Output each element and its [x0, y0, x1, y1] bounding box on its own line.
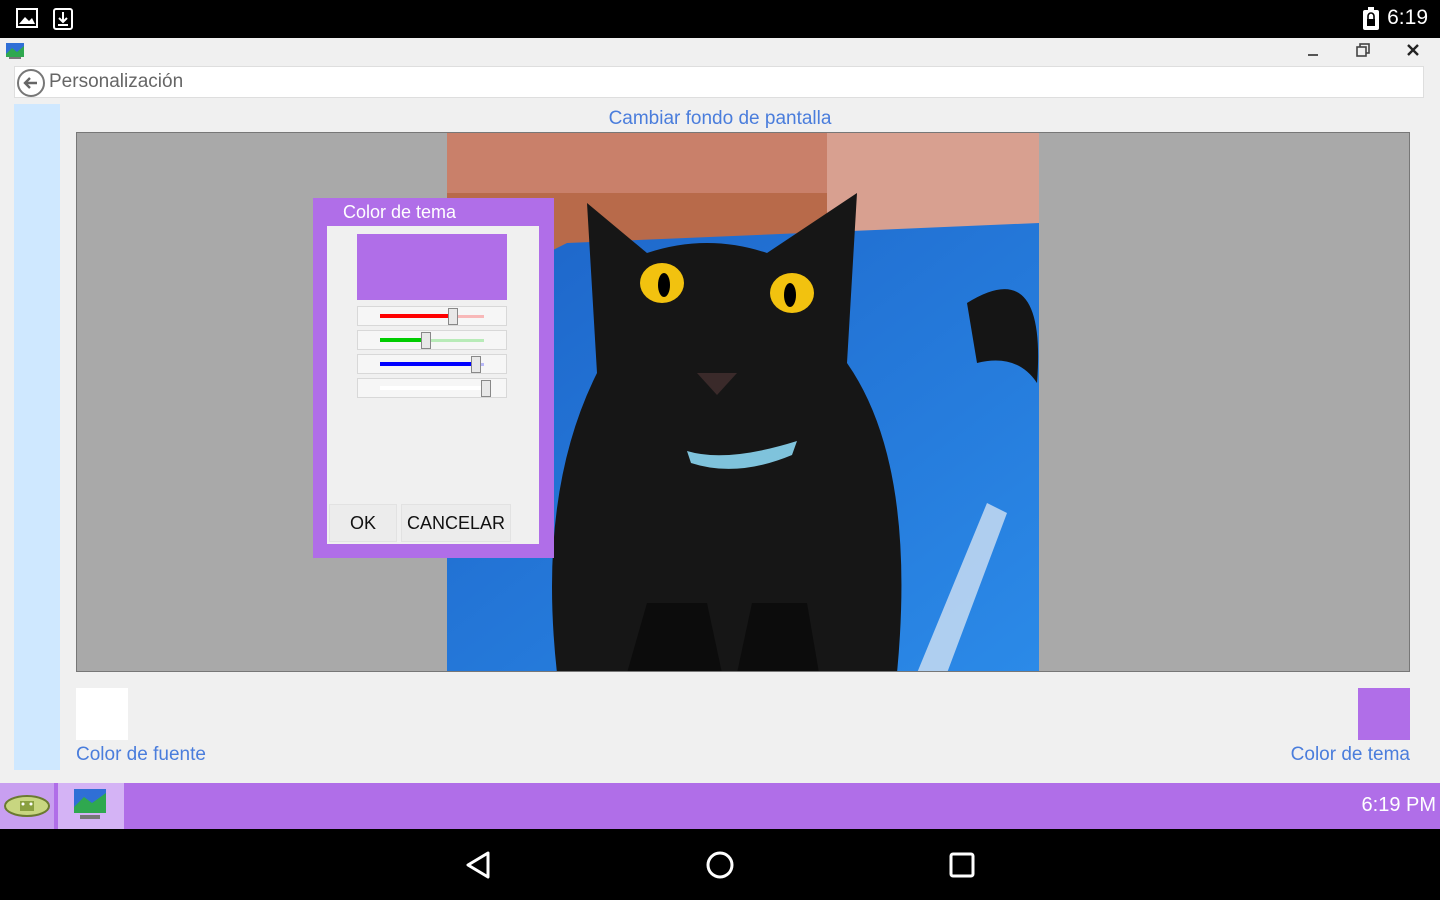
wallpaper-preview[interactable]: [76, 132, 1410, 672]
battery-icon: [1362, 7, 1380, 35]
font-color-label[interactable]: Color de fuente: [76, 744, 206, 766]
restore-icon: [1356, 42, 1370, 61]
taskbar-app-personalization[interactable]: [58, 783, 124, 829]
address-bar: Personalización: [14, 66, 1424, 98]
slider-alpha-thumb[interactable]: [481, 380, 491, 397]
side-strip: [14, 104, 60, 770]
taskbar: 6:19 PM: [0, 783, 1440, 829]
recents-icon: [942, 852, 982, 887]
download-icon: [52, 8, 74, 34]
restore-button[interactable]: [1348, 40, 1378, 62]
change-wallpaper-link[interactable]: Cambiar fondo de pantalla: [14, 108, 1426, 130]
minimize-icon: [1307, 42, 1319, 61]
status-bar: 6:19: [0, 0, 1440, 38]
back-button[interactable]: [17, 69, 45, 97]
slider-blue-fill: [380, 362, 477, 366]
theme-color-dialog: Color de tema OK CANCELAR: [313, 198, 554, 558]
nav-back-button[interactable]: [458, 847, 498, 883]
slider-green-fill: [380, 338, 426, 342]
page-title: Personalización: [49, 71, 184, 92]
theme-color-label[interactable]: Color de tema: [1291, 744, 1410, 766]
settings-content: Cambiar fondo de pantalla Color de fuent…: [14, 104, 1426, 770]
image-icon: [16, 8, 38, 32]
slider-green-thumb[interactable]: [420, 332, 431, 349]
arrow-left-icon: [19, 77, 43, 99]
minimize-button[interactable]: [1298, 40, 1328, 62]
slider-alpha-fill: [380, 386, 486, 390]
app-icon: [5, 42, 25, 60]
navigation-bar: [0, 829, 1440, 900]
status-time: 6:19: [1387, 6, 1428, 29]
slider-green[interactable]: [357, 330, 507, 350]
start-button[interactable]: [0, 783, 54, 829]
app-window: Personalización Cambiar fondo de pantall…: [0, 38, 1440, 783]
slider-red-fill: [380, 314, 454, 318]
taskbar-clock: 6:19 PM: [1361, 794, 1436, 816]
cancel-button[interactable]: CANCELAR: [401, 504, 511, 542]
slider-red-thumb[interactable]: [448, 308, 459, 325]
slider-red[interactable]: [357, 306, 507, 326]
slider-alpha[interactable]: [357, 378, 507, 398]
close-icon: [1406, 42, 1420, 61]
close-button[interactable]: [1398, 40, 1428, 62]
ok-button[interactable]: OK: [329, 504, 397, 542]
home-icon: [700, 851, 740, 887]
dialog-body: OK CANCELAR: [327, 226, 539, 544]
dialog-title: Color de tema: [343, 202, 457, 222]
nav-home-button[interactable]: [700, 847, 740, 883]
slider-blue-thumb[interactable]: [471, 356, 482, 373]
theme-color-swatch[interactable]: [1358, 688, 1410, 740]
nav-recents-button[interactable]: [942, 847, 982, 883]
slider-blue[interactable]: [357, 354, 507, 374]
font-color-swatch[interactable]: [76, 688, 128, 740]
back-icon: [458, 851, 498, 887]
title-bar: [0, 38, 1440, 64]
color-preview: [357, 234, 507, 300]
